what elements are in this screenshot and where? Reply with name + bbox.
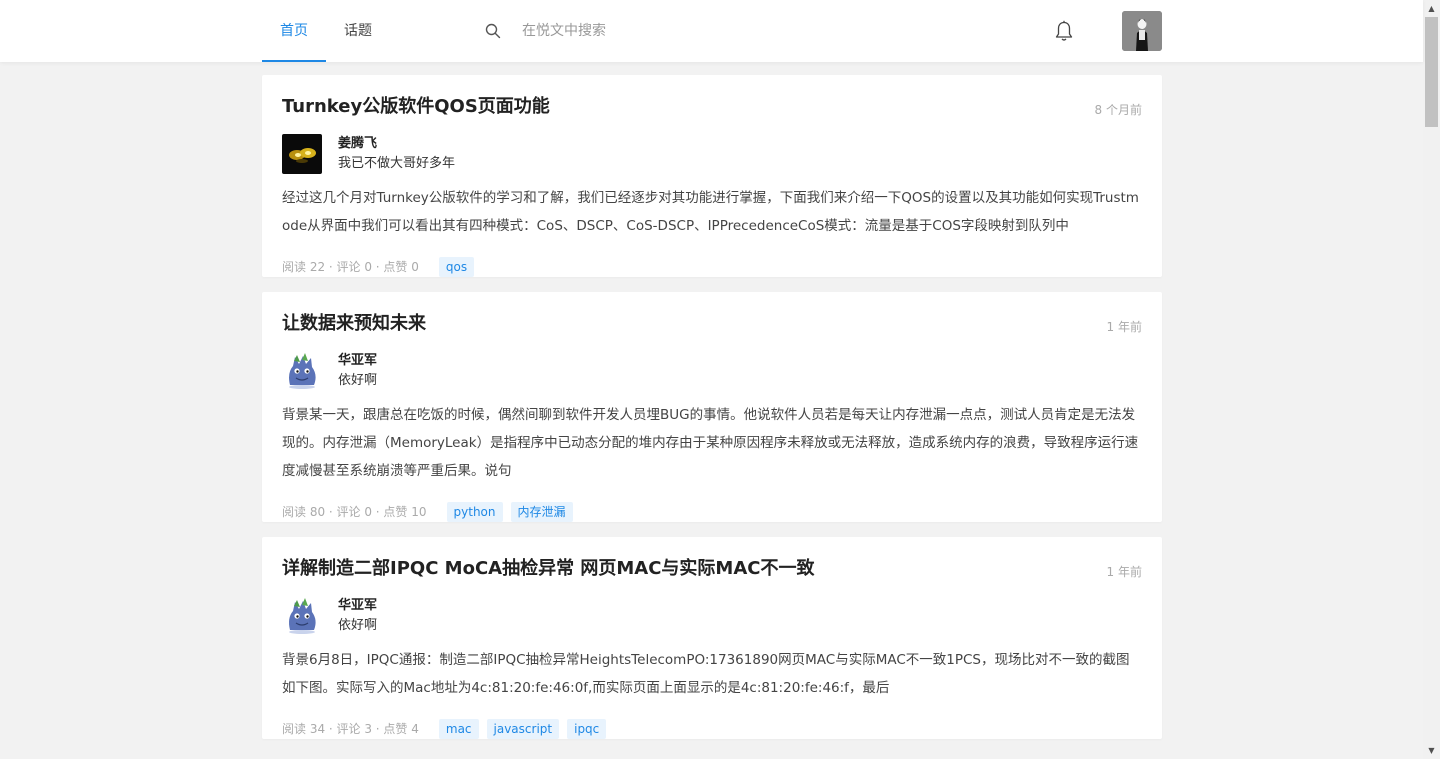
author-avatar[interactable] — [282, 596, 322, 636]
author-motto: 依好啊 — [338, 373, 378, 388]
article-card: 让数据来预知未来 1 年前 华亚军 依好啊 背景某一天，跟唐总在吃饭的时候，偶然… — [262, 292, 1162, 522]
article-card: Turnkey公版软件QOS页面功能 8 个月前 姜腾飞 我已不做大哥好多年 经… — [262, 75, 1162, 277]
article-feed: Turnkey公版软件QOS页面功能 8 个月前 姜腾飞 我已不做大哥好多年 经… — [262, 75, 1162, 754]
tab-topics[interactable]: 话题 — [326, 0, 390, 62]
author-row: 华亚军 依好啊 — [282, 596, 1142, 636]
article-title[interactable]: Turnkey公版软件QOS页面功能 — [282, 95, 1142, 119]
article-stats: 阅读 34 · 评论 3 · 点赞 4 — [282, 722, 419, 736]
scroll-down-arrow-icon[interactable]: ▼ — [1423, 742, 1440, 759]
search-input[interactable] — [514, 16, 814, 46]
author-row: 华亚军 依好啊 — [282, 351, 1142, 391]
blue-monster-avatar-icon — [282, 596, 322, 636]
author-motto: 我已不做大哥好多年 — [338, 156, 456, 171]
article-time: 1 年前 — [1106, 565, 1142, 579]
bell-icon[interactable] — [1054, 20, 1074, 42]
article-time: 1 年前 — [1106, 320, 1142, 334]
tag-qos[interactable]: qos — [438, 256, 475, 277]
tag-python[interactable]: python — [446, 501, 503, 522]
search-icon[interactable] — [485, 23, 501, 39]
scrollbar-thumb[interactable] — [1425, 17, 1438, 127]
author-name[interactable]: 姜腾飞 — [338, 134, 455, 154]
blue-monster-avatar-icon — [282, 351, 322, 391]
author-motto: 依好啊 — [338, 618, 378, 633]
author-name[interactable]: 华亚军 — [338, 351, 377, 371]
top-navbar: 首页 话题 — [0, 0, 1423, 62]
author-row: 姜腾飞 我已不做大哥好多年 — [282, 134, 1142, 174]
scroll-up-arrow-icon[interactable]: ▲ — [1423, 0, 1440, 17]
tab-home[interactable]: 首页 — [262, 0, 326, 62]
tag-ipqc[interactable]: ipqc — [567, 718, 607, 739]
user-avatar[interactable] — [1122, 11, 1162, 51]
article-card: 详解制造二部IPQC MoCA抽检异常 网页MAC与实际MAC不一致 1 年前 — [262, 537, 1162, 739]
tag-memory-leak[interactable]: 内存泄漏 — [510, 501, 573, 522]
article-excerpt[interactable]: 经过这几个月对Turnkey公版软件的学习和了解，我们已经逐步对其功能进行掌握，… — [282, 184, 1142, 240]
yellow-eyes-avatar-icon — [282, 134, 322, 174]
article-time: 8 个月前 — [1094, 103, 1142, 117]
article-excerpt[interactable]: 背景6月8日，IPQC通报：制造二部IPQC抽检异常HeightsTelecom… — [282, 646, 1142, 702]
author-avatar[interactable] — [282, 351, 322, 391]
article-title[interactable]: 让数据来预知未来 — [282, 312, 1142, 336]
user-avatar-image — [1122, 11, 1162, 51]
author-avatar[interactable] — [282, 134, 322, 174]
article-meta: 阅读 22 · 评论 0 · 点赞 0 qos — [282, 256, 1142, 277]
article-meta: 阅读 80 · 评论 0 · 点赞 10 python 内存泄漏 — [282, 501, 1142, 522]
tag-javascript[interactable]: javascript — [486, 718, 560, 739]
author-name[interactable]: 华亚军 — [338, 596, 377, 616]
article-stats: 阅读 22 · 评论 0 · 点赞 0 — [282, 260, 419, 274]
article-stats: 阅读 80 · 评论 0 · 点赞 10 — [282, 505, 427, 519]
tag-mac[interactable]: mac — [438, 718, 479, 739]
article-title[interactable]: 详解制造二部IPQC MoCA抽检异常 网页MAC与实际MAC不一致 — [282, 557, 1142, 581]
article-meta: 阅读 34 · 评论 3 · 点赞 4 mac javascript ipqc — [282, 718, 1142, 739]
page-scrollbar[interactable]: ▲ ▼ — [1423, 0, 1440, 759]
article-excerpt[interactable]: 背景某一天，跟唐总在吃饭的时候，偶然间聊到软件开发人员埋BUG的事情。他说软件人… — [282, 401, 1142, 485]
